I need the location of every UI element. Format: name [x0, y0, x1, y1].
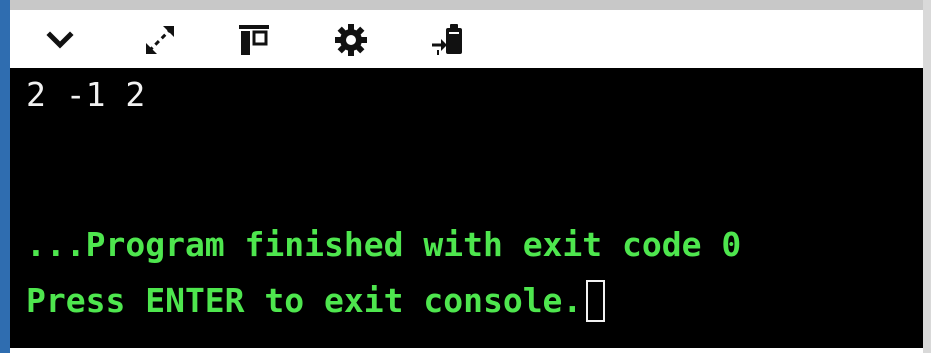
bottom-border: [10, 348, 923, 353]
chevron-down-icon: [46, 31, 74, 49]
console-window: 2 -1 2 ...Program finished with exit cod…: [0, 0, 931, 353]
gear-icon: [335, 24, 367, 56]
exit-prompt-line: Press ENTER to exit console.: [26, 280, 606, 322]
console-output-area[interactable]: 2 -1 2 ...Program finished with exit cod…: [10, 68, 923, 348]
expand-icon: [146, 26, 174, 54]
layout-toggle-button[interactable]: [236, 22, 272, 58]
right-border: [923, 0, 931, 353]
input-debug-icon: [432, 24, 462, 55]
collapse-button[interactable]: [42, 22, 78, 58]
layout-toggle-icon: [239, 25, 269, 55]
exit-prompt-message: Press ENTER to exit console.: [26, 281, 583, 320]
exit-status-message: ...Program finished with exit code 0: [26, 225, 742, 264]
settings-button[interactable]: [333, 22, 369, 58]
maximize-button[interactable]: [142, 22, 178, 58]
left-accent-bar: [0, 0, 10, 353]
text-cursor: [586, 280, 606, 322]
stdin-input-button[interactable]: [429, 22, 465, 58]
console-toolbar: [10, 10, 923, 68]
program-output: 2 -1 2: [26, 75, 146, 114]
top-border: [10, 0, 931, 10]
